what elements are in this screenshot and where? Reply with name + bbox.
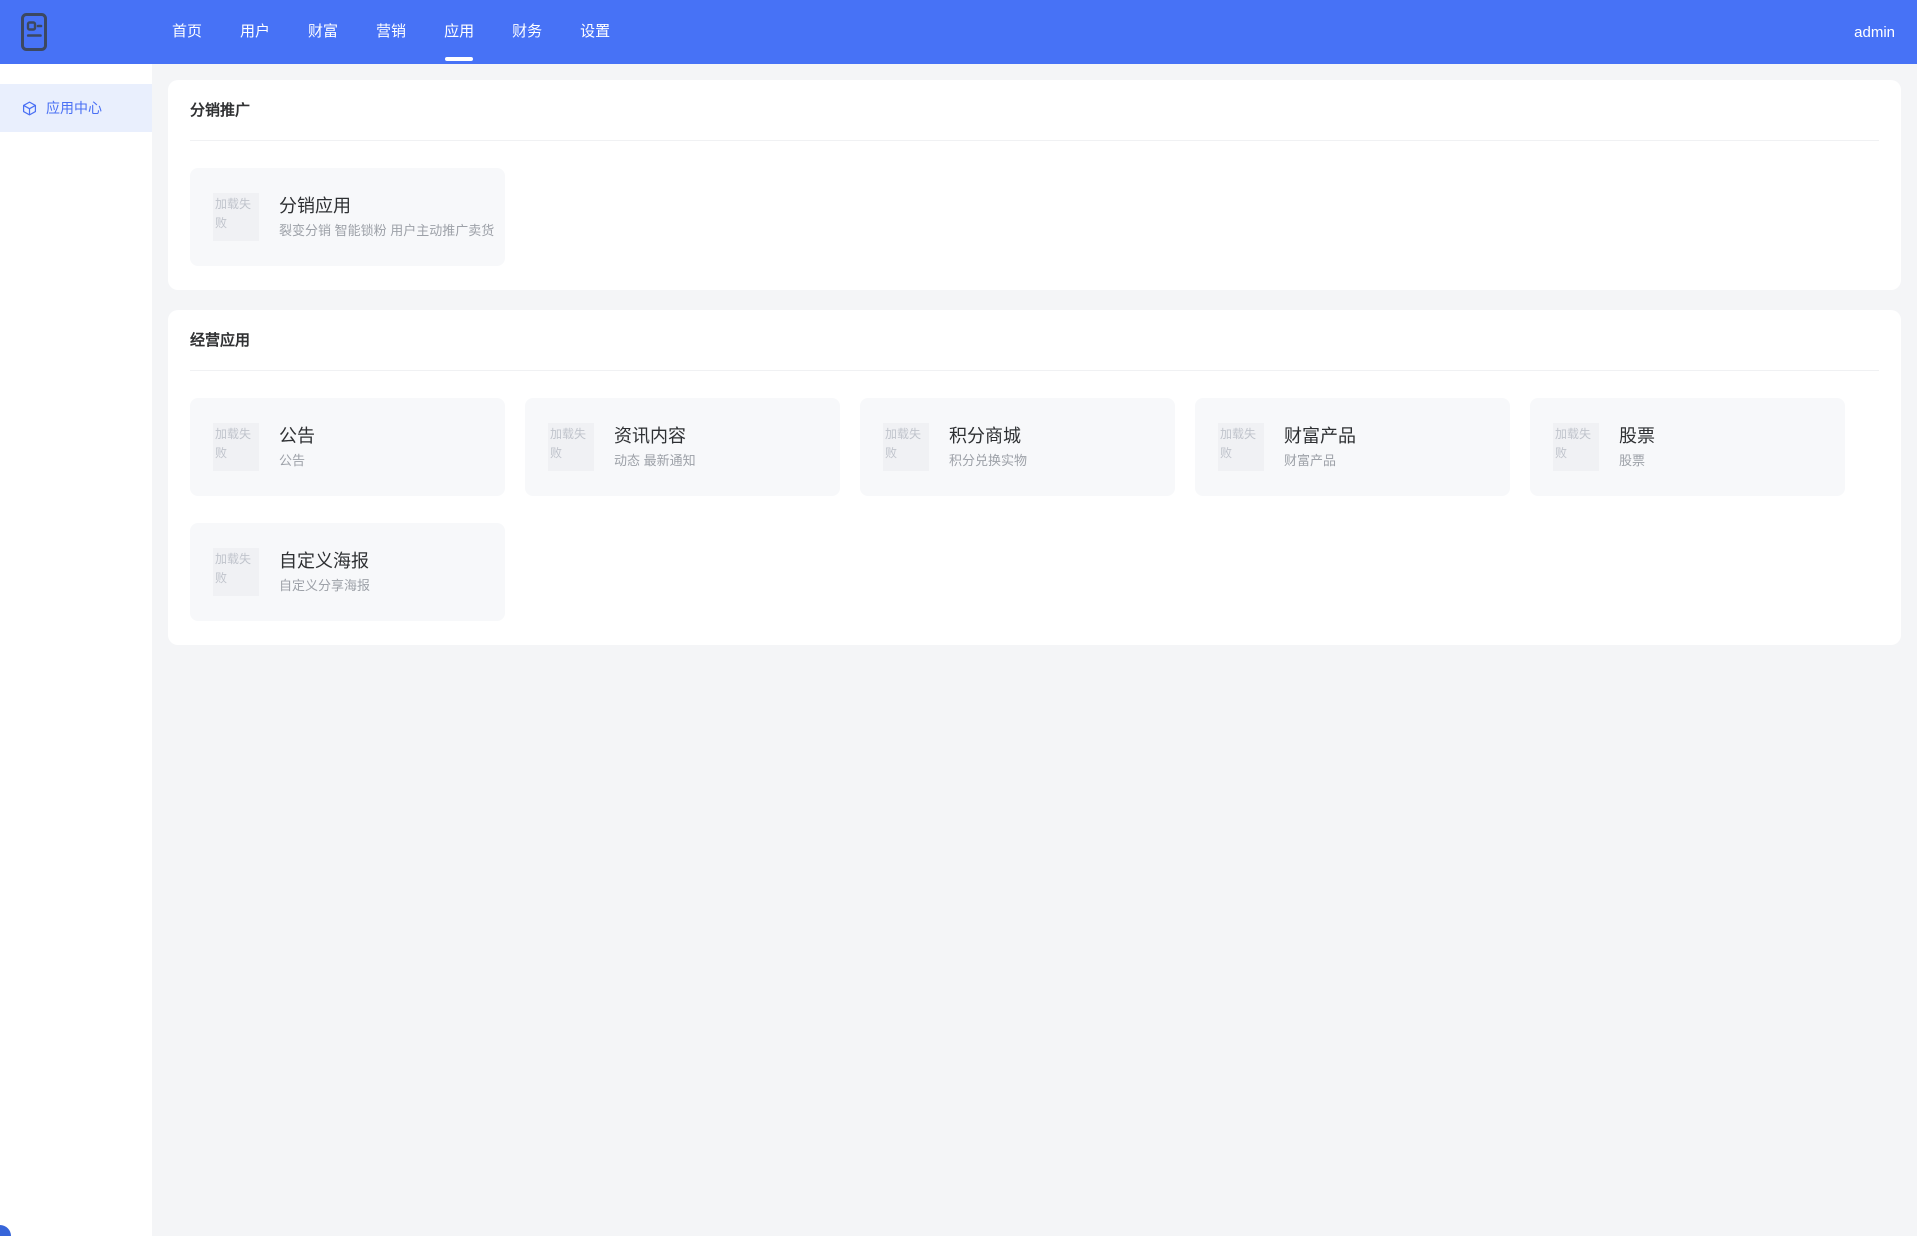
app-description: 裂变分销 智能锁粉 用户主动推广卖货 xyxy=(279,223,495,238)
app-name: 股票 xyxy=(1619,426,1655,446)
app-card-news-content[interactable]: 加载失败 资讯内容 动态 最新通知 xyxy=(525,398,840,496)
app-description: 自定义分享海报 xyxy=(279,578,371,593)
app-description: 财富产品 xyxy=(1284,453,1337,468)
active-tab-underline xyxy=(445,57,474,61)
app-description: 公告 xyxy=(279,453,306,468)
nav-item-wealth[interactable]: 财富 xyxy=(289,0,357,64)
nav-item-apps-label: 应用 xyxy=(444,23,475,40)
broken-image-placeholder: 加载失败 xyxy=(213,193,259,241)
card-info: 股票 股票 xyxy=(1619,426,1655,468)
card-info: 资讯内容 动态 最新通知 xyxy=(614,426,696,468)
app-name: 财富产品 xyxy=(1284,426,1356,446)
nav-item-apps[interactable]: 应用 xyxy=(425,0,493,64)
app-name: 公告 xyxy=(279,426,315,446)
section-divider xyxy=(190,140,1879,141)
section-business-apps: 经营应用 加载失败 公告 公告 加载失败 资讯内容 动态 最新通知 加载失败 积… xyxy=(168,310,1901,645)
top-navbar: 首页 用户 财富 营销 应用 财务 设置 admin xyxy=(0,0,1917,64)
broken-image-placeholder: 加载失败 xyxy=(213,548,259,596)
card-info: 自定义海报 自定义分享海报 xyxy=(279,551,370,593)
broken-image-placeholder: 加载失败 xyxy=(213,423,259,471)
nav-item-finance[interactable]: 财务 xyxy=(493,0,561,64)
app-name: 分销应用 xyxy=(279,196,351,216)
card-info: 分销应用 裂变分销 智能锁粉 用户主动推广卖货 xyxy=(279,196,494,238)
app-name: 积分商城 xyxy=(949,426,1021,446)
broken-image-placeholder: 加载失败 xyxy=(1553,423,1599,471)
sidebar-item-label: 应用中心 xyxy=(46,100,102,116)
main-content: 分销推广 加载失败 分销应用 裂变分销 智能锁粉 用户主动推广卖货 经营应用 加… xyxy=(152,64,1917,1236)
app-name: 资讯内容 xyxy=(614,426,686,446)
section-title: 分销推广 xyxy=(190,102,251,119)
section-title: 经营应用 xyxy=(190,332,251,349)
user-menu-admin[interactable]: admin xyxy=(1854,24,1895,41)
app-card-stocks[interactable]: 加载失败 股票 股票 xyxy=(1530,398,1845,496)
nav-item-settings[interactable]: 设置 xyxy=(561,0,629,64)
sidebar-item-app-center[interactable]: 应用中心 xyxy=(0,84,152,132)
nav-item-marketing[interactable]: 营销 xyxy=(357,0,425,64)
document-logo-icon xyxy=(21,13,47,51)
broken-image-placeholder: 加载失败 xyxy=(548,423,594,471)
section-distribution-promo: 分销推广 加载失败 分销应用 裂变分销 智能锁粉 用户主动推广卖货 xyxy=(168,80,1901,290)
main-nav-menu: 首页 用户 财富 营销 应用 财务 设置 xyxy=(153,0,629,64)
sidebar: 应用中心 xyxy=(0,64,152,1236)
app-description: 股票 xyxy=(1619,453,1646,468)
broken-image-placeholder: 加载失败 xyxy=(883,423,929,471)
app-card-announcement[interactable]: 加载失败 公告 公告 xyxy=(190,398,505,496)
broken-image-placeholder: 加载失败 xyxy=(1218,423,1264,471)
card-info: 财富产品 财富产品 xyxy=(1284,426,1356,468)
section-divider xyxy=(190,370,1879,371)
app-card-distribution-app[interactable]: 加载失败 分销应用 裂变分销 智能锁粉 用户主动推广卖货 xyxy=(190,168,505,266)
app-card-custom-poster[interactable]: 加载失败 自定义海报 自定义分享海报 xyxy=(190,523,505,621)
nav-item-users[interactable]: 用户 xyxy=(221,0,289,64)
card-info: 积分商城 积分兑换实物 xyxy=(949,426,1027,468)
app-card-wealth-products[interactable]: 加载失败 财富产品 财富产品 xyxy=(1195,398,1510,496)
app-name: 自定义海报 xyxy=(279,551,369,571)
app-description: 积分兑换实物 xyxy=(949,453,1028,468)
card-grid: 加载失败 公告 公告 加载失败 资讯内容 动态 最新通知 加载失败 积分商城 积… xyxy=(190,398,1879,621)
nav-item-home[interactable]: 首页 xyxy=(153,0,221,64)
card-grid: 加载失败 分销应用 裂变分销 智能锁粉 用户主动推广卖货 xyxy=(190,168,1879,266)
app-description: 动态 最新通知 xyxy=(614,453,696,468)
box-icon xyxy=(22,101,37,116)
card-info: 公告 公告 xyxy=(279,426,315,468)
app-card-points-mall[interactable]: 加载失败 积分商城 积分兑换实物 xyxy=(860,398,1175,496)
